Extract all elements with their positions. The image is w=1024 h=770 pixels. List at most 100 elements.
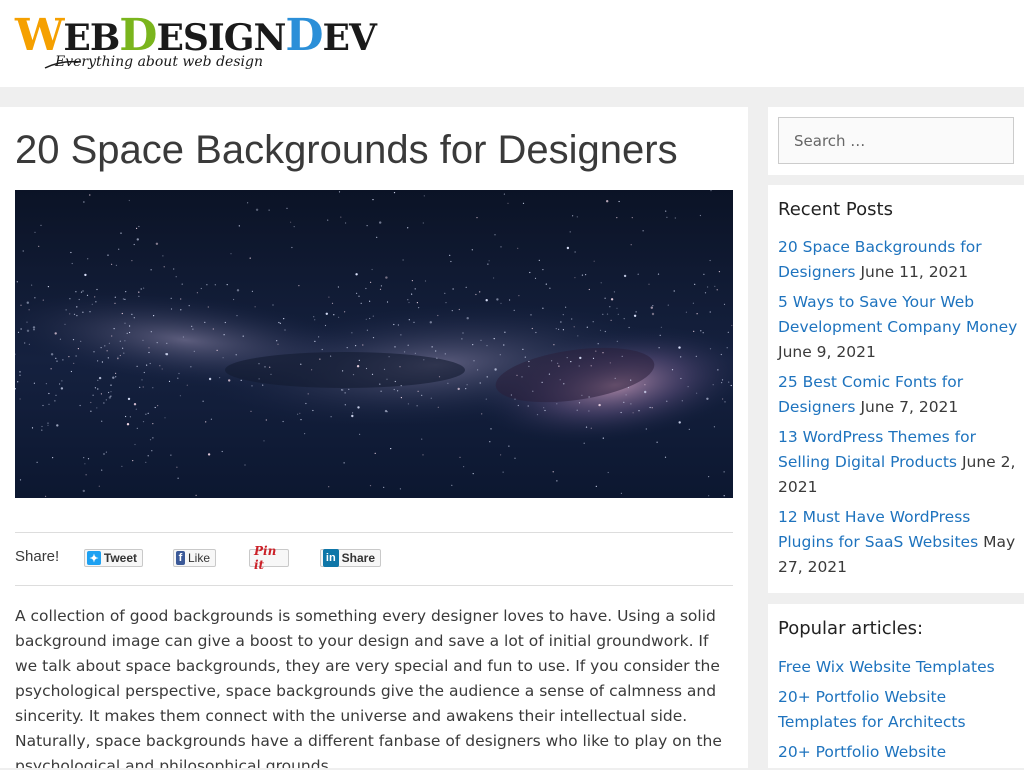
star — [600, 282, 602, 284]
star — [480, 339, 482, 341]
star — [708, 476, 710, 478]
star — [77, 348, 79, 350]
star — [19, 374, 21, 376]
star — [129, 416, 131, 418]
star — [383, 486, 385, 488]
star — [165, 353, 167, 355]
pinterest-pin-button[interactable]: Pin it — [249, 544, 289, 572]
star — [305, 402, 307, 405]
star — [168, 380, 171, 382]
star — [658, 347, 660, 349]
star — [98, 376, 102, 380]
star — [393, 323, 395, 326]
star — [369, 317, 371, 320]
facebook-like-button[interactable]: f Like — [173, 549, 216, 567]
star — [228, 379, 231, 382]
star — [397, 324, 399, 326]
linkedin-share-button[interactable]: in Share — [320, 549, 381, 567]
star — [578, 402, 581, 404]
popular-article-link[interactable]: 20+ Portfolio Website — [778, 743, 946, 761]
star — [176, 466, 178, 468]
popular-article-item: 20+ Portfolio Website Templates for Arch… — [778, 685, 1018, 735]
star — [351, 414, 354, 418]
article-title: 20 Space Backgrounds for Designers — [15, 128, 678, 172]
star — [251, 290, 253, 292]
star — [142, 421, 145, 423]
star — [680, 356, 682, 358]
search-input[interactable] — [778, 117, 1014, 164]
star — [518, 295, 520, 297]
star — [170, 297, 172, 299]
star — [20, 304, 22, 306]
star — [56, 360, 58, 362]
article-main: 20 Space Backgrounds for Designers Share… — [0, 107, 748, 768]
tweet-button[interactable]: ✦ Tweet — [84, 549, 143, 567]
star — [566, 246, 570, 250]
site-logo[interactable]: WEBDESIGNDEV Everything about web design — [15, 14, 377, 71]
star — [466, 384, 468, 386]
star — [251, 385, 253, 387]
star — [521, 376, 523, 378]
share-button-label: Share — [341, 551, 375, 565]
star — [473, 360, 475, 362]
recent-post-link[interactable]: 12 Must Have WordPress Plugins for SaaS … — [778, 508, 978, 551]
recent-post-link[interactable]: 5 Ways to Save Your Web Development Comp… — [778, 293, 1017, 336]
star — [143, 371, 145, 374]
star — [581, 274, 584, 276]
star — [394, 346, 396, 348]
star — [500, 246, 502, 248]
star — [270, 373, 272, 375]
star — [242, 335, 244, 337]
star — [703, 273, 705, 275]
star — [630, 403, 632, 405]
star — [186, 384, 188, 386]
star — [423, 195, 425, 197]
star — [708, 495, 710, 497]
star — [599, 329, 602, 331]
star — [136, 365, 138, 367]
star — [121, 312, 123, 315]
star — [100, 393, 102, 395]
star — [69, 313, 71, 315]
star — [722, 398, 724, 400]
hero-image-milky-way — [15, 190, 733, 498]
star — [352, 412, 354, 414]
star — [132, 460, 134, 462]
popular-article-link[interactable]: 20+ Portfolio Website Templates for Arch… — [778, 688, 966, 731]
star — [573, 326, 575, 328]
star — [100, 347, 102, 349]
popular-article-link[interactable]: Free Wix Website Templates — [778, 658, 995, 676]
star — [680, 377, 682, 380]
star — [300, 419, 302, 421]
star — [152, 423, 154, 425]
popular-articles-widget: Popular articles: Free Wix Website Templ… — [768, 604, 1024, 768]
star — [699, 214, 702, 217]
star — [146, 364, 148, 366]
star — [558, 365, 560, 367]
star — [138, 225, 140, 228]
star — [319, 358, 321, 360]
star — [32, 326, 36, 329]
star — [101, 361, 103, 363]
star — [26, 321, 28, 323]
star — [503, 344, 505, 346]
star — [212, 328, 214, 330]
star — [207, 453, 211, 456]
star — [372, 337, 375, 339]
star — [59, 338, 62, 340]
star — [314, 319, 316, 321]
star — [73, 362, 75, 364]
star — [114, 302, 116, 304]
star — [20, 328, 22, 330]
star — [674, 217, 676, 219]
star — [214, 284, 216, 286]
star — [637, 273, 639, 275]
star — [687, 386, 689, 388]
recent-post-link[interactable]: 13 WordPress Themes for Selling Digital … — [778, 428, 976, 471]
star — [118, 248, 120, 250]
star — [238, 225, 240, 227]
star — [450, 260, 452, 263]
star — [70, 251, 72, 254]
star — [614, 377, 616, 379]
star — [41, 429, 43, 431]
